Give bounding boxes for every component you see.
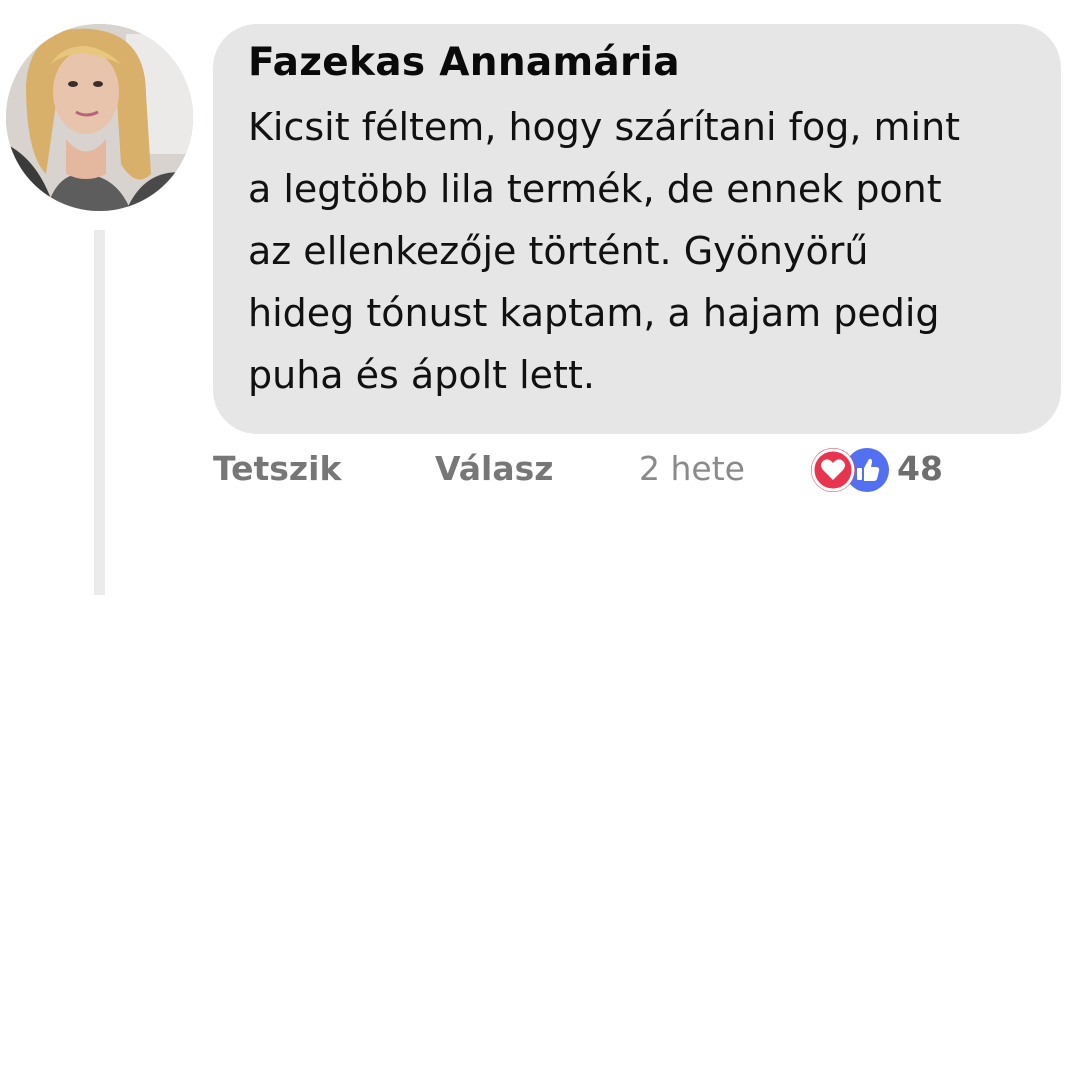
reaction-count: 48 [897, 449, 943, 488]
avatar[interactable] [6, 24, 193, 211]
reply-thread-line [94, 230, 105, 595]
reaction-summary[interactable]: 48 [811, 448, 961, 492]
comment-text-line: Kicsit féltem, hogy szárítani fog, mint [248, 105, 961, 149]
comment-text-line: puha és ápolt lett. [248, 353, 595, 397]
comment-bubble: Fazekas Annamária Kicsit féltem, hogy sz… [213, 24, 1061, 434]
like-button[interactable]: Tetszik [213, 446, 341, 492]
comment-text-line: az ellenkezője történt. Gyönyörű [248, 229, 869, 273]
comment-author[interactable]: Fazekas Annamária [248, 38, 1031, 88]
reply-button[interactable]: Válasz [435, 446, 553, 492]
heart-icon [811, 448, 855, 492]
comment-text-line: hideg tónust kaptam, a hajam pedig [248, 291, 940, 335]
comment-text-line: a legtöbb lila termék, de ennek pont [248, 167, 942, 211]
comment-timestamp[interactable]: 2 hete [639, 446, 745, 492]
comment-text: Kicsit féltem, hogy szárítani fog, mint … [248, 96, 1038, 406]
avatar-photo [6, 24, 193, 211]
comment-actions: Tetszik Válasz 2 hete 48 [213, 446, 973, 494]
